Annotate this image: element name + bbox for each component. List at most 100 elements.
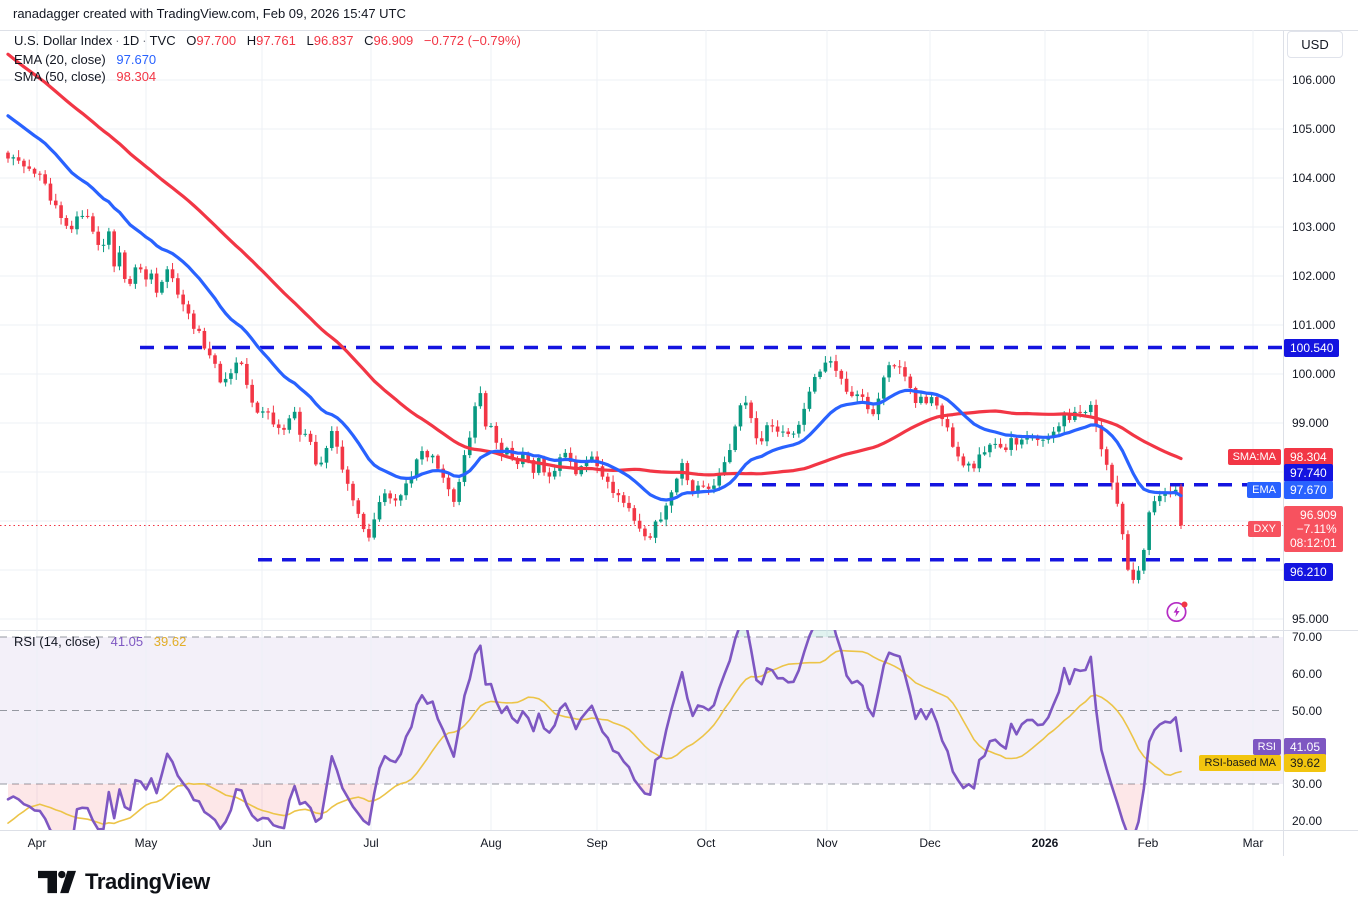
price-tick-104.000: 104.000 [1292,171,1335,185]
candle-body [22,161,26,167]
attribution-text: ranadagger created with TradingView.com,… [13,6,406,21]
candle-body [1015,438,1019,444]
candle-body [91,216,95,231]
candle-body [622,495,626,503]
candle-body [17,157,21,160]
candle-body [675,479,679,493]
rsi-ma-value-tag: RSI-based MA [1199,755,1281,771]
candle-body [802,409,806,425]
level-high-badge: 100.540 [1284,339,1339,357]
tradingview-logo-icon [38,870,76,894]
candle-body [394,498,398,500]
candle-body [781,432,785,433]
rsi-pane[interactable] [0,630,1283,830]
ema-legend-row: EMA (20, close) 97.670 [14,51,156,67]
candle-body [962,456,966,465]
lightning-bolt-icon [1174,607,1180,617]
candle-body [426,451,430,457]
candle-body [378,502,382,519]
currency-toggle-button[interactable]: USD [1287,31,1343,58]
candle-body [12,157,16,158]
price-tick-100.000: 100.000 [1292,367,1335,381]
candle-body [712,486,716,489]
candle-body [54,201,58,206]
rsi-ma-value-badge: 39.62 [1284,754,1326,772]
price-axis[interactable]: 106.000105.000104.000103.000102.000101.0… [1283,30,1358,830]
candle-body [728,450,732,462]
candle-body [181,295,185,305]
candle-body [341,447,345,470]
candle-body [309,434,313,442]
rsi-legend-value: 41.05 [111,634,144,649]
time-axis[interactable]: AprMayJunJulAugSepOctNovDec2026FebMar [0,830,1358,856]
candle-body [208,349,212,356]
candle-body [1126,534,1130,570]
price-tick-95.000: 95.000 [1292,612,1329,626]
candle-body [107,231,111,244]
candle-body [160,282,164,293]
candle-body [797,425,801,434]
candle-body [367,529,371,538]
tradingview-logo[interactable]: TradingView [38,869,210,895]
interval-label: 1D [123,33,140,48]
candle-body [648,536,652,538]
candle-body [1158,496,1162,501]
level-mid-badge: 97.740 [1284,464,1333,482]
ema-value-tag: EMA [1247,482,1281,498]
candle-body [197,329,201,331]
candle-body [855,394,859,396]
candle-body [739,405,743,426]
candle-body [219,364,223,383]
candle-body [81,216,85,217]
candle-body [898,366,902,367]
candle-body [96,232,100,245]
open-value: 97.700 [196,33,236,48]
candle-body [298,412,302,435]
candle-body [473,406,477,437]
candle-body [229,373,233,379]
low-label: L [307,33,314,48]
candle-body [224,379,228,382]
candle-body [1105,449,1109,465]
candle-body [702,486,706,487]
candle-body [1089,405,1093,412]
candle-body [155,274,159,293]
month-label-Mar: Mar [1243,836,1264,850]
rsi-tick-30.00: 30.00 [1292,777,1322,791]
candle-body [930,397,934,403]
candle-body [845,379,849,392]
month-label-May: May [135,836,158,850]
main-price-pane[interactable] [0,30,1283,630]
candle-body [776,427,780,432]
candle-body [733,426,737,450]
symbol-title: U.S. Dollar Index [14,33,112,48]
brand-text: TradingView [85,869,210,895]
candle-body [447,478,451,490]
candlesticks [6,150,1183,583]
candle-body [1004,447,1008,449]
instant-trading-button[interactable] [1165,599,1190,624]
candle-body [829,361,833,362]
candle-body [351,484,355,501]
candle-body [404,483,408,495]
candle-body [261,411,265,412]
candle-body [1116,483,1120,504]
candle-body [919,397,923,403]
candle-body [128,279,132,284]
candle-body [993,444,997,445]
candle-body [909,377,913,388]
change-pct-value: (−0.79%) [468,33,521,48]
candle-body [1131,570,1135,580]
candle-body [452,489,456,502]
rsi-ma-legend-value: 39.62 [154,634,187,649]
candle-body [654,522,658,538]
price-tick-101.000: 101.000 [1292,318,1335,332]
candle-body [1041,440,1045,441]
rsi-tick-20.00: 20.00 [1292,814,1322,828]
candle-body [187,304,191,313]
sma-legend-value: 98.304 [116,69,156,84]
candle-body [893,365,897,366]
candle-body [808,392,812,409]
candle-body [346,470,350,484]
candle-body [627,503,631,508]
